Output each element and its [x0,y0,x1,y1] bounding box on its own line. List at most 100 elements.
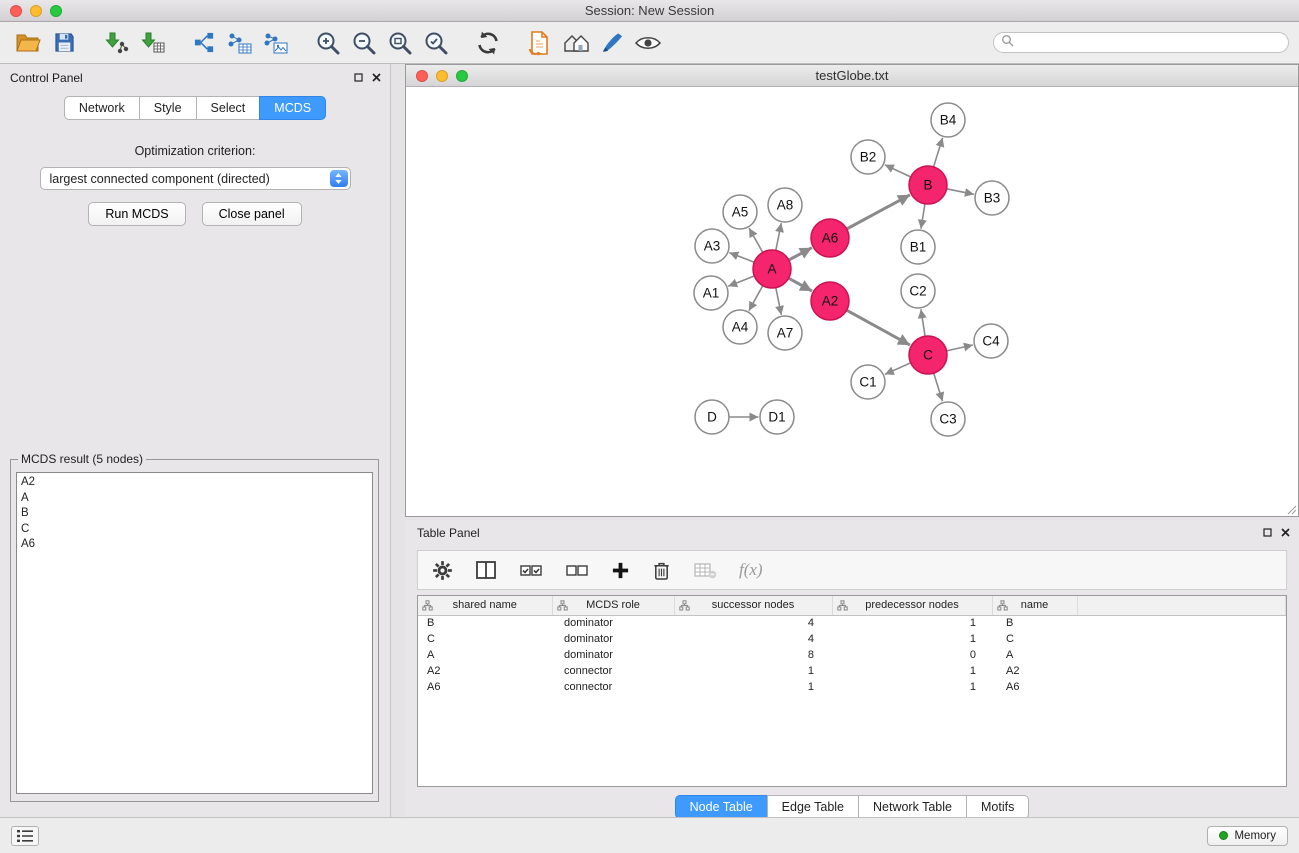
edge-B-B1[interactable] [921,204,925,229]
close-window-button[interactable] [10,5,22,17]
apply-layout-icon[interactable] [470,26,506,60]
table-cell[interactable]: A6 [418,679,552,695]
float-panel-icon[interactable] [1263,520,1272,546]
node-B2[interactable]: B2 [851,140,885,174]
table-cell[interactable]: 1 [674,679,832,695]
zoom-in-icon[interactable] [310,26,346,60]
table-row[interactable]: A2connector11A2 [418,663,1286,679]
table-cell[interactable]: connector [552,663,674,679]
table-cell[interactable]: A [992,647,1077,663]
node-C4[interactable]: C4 [974,324,1008,358]
close-panel-button[interactable]: Close panel [202,202,302,226]
close-panel-icon[interactable] [1281,520,1290,546]
mcds-result-item[interactable]: A6 [21,537,368,553]
node-C3[interactable]: C3 [931,402,965,436]
tab-network[interactable]: Network [64,96,140,120]
edge-A-A7[interactable] [776,288,782,315]
float-panel-icon[interactable] [354,64,363,92]
node-A3[interactable]: A3 [695,229,729,263]
export-image-icon[interactable] [258,26,294,60]
import-network-icon[interactable] [98,26,134,60]
column-header-MCDS-role[interactable]: MCDS role [552,596,674,615]
node-A1[interactable]: A1 [694,276,728,310]
table-cell[interactable]: A6 [992,679,1077,695]
tab-network-table[interactable]: Network Table [858,795,967,819]
table-cell[interactable]: connector [552,679,674,695]
edge-A-A3[interactable] [729,253,754,263]
edge-B-B3[interactable] [947,189,974,195]
table-cell[interactable]: C [992,631,1077,647]
column-header-name[interactable]: name [992,596,1077,615]
table-cell[interactable]: 8 [674,647,832,663]
node-B4[interactable]: B4 [931,103,965,137]
add-column-plus-icon[interactable] [611,561,630,580]
table-cell[interactable]: 0 [832,647,992,663]
window-resize-grip[interactable] [1285,503,1297,515]
delete-trash-icon[interactable] [652,560,671,581]
show-columns-icon[interactable] [475,560,497,580]
table-cell[interactable]: A [418,647,552,663]
table-cell[interactable]: A2 [992,663,1077,679]
network-table-icon[interactable] [222,26,258,60]
mcds-result-item[interactable]: A [21,491,368,507]
mcds-result-list[interactable]: A2ABCA6 [16,472,373,794]
mcds-result-item[interactable]: C [21,522,368,538]
run-mcds-button[interactable]: Run MCDS [88,202,185,226]
edge-A-A2[interactable] [789,278,813,291]
home-pages-icon[interactable] [558,26,594,60]
network-maximize-button[interactable] [456,70,468,82]
column-header-predecessor-nodes[interactable]: predecessor nodes [832,596,992,615]
node-A[interactable]: A [753,250,791,288]
edge-B-B2[interactable] [885,165,911,177]
table-cell[interactable]: C [418,631,552,647]
edge-C-C1[interactable] [885,363,911,375]
table-row[interactable]: Bdominator41B [418,615,1286,631]
node-D[interactable]: D [695,400,729,434]
table-cell[interactable]: 1 [832,631,992,647]
column-header-successor-nodes[interactable]: successor nodes [674,596,832,615]
table-cell[interactable]: A2 [418,663,552,679]
edge-A-A4[interactable] [749,286,763,311]
close-panel-icon[interactable] [372,64,381,92]
mcds-result-item[interactable]: A2 [21,475,368,491]
table-cell[interactable]: B [992,615,1077,631]
minimize-window-button[interactable] [30,5,42,17]
node-B3[interactable]: B3 [975,181,1009,215]
edge-A-A6[interactable] [789,248,812,260]
node-A8[interactable]: A8 [768,188,802,222]
tab-select[interactable]: Select [196,96,261,120]
zoom-selected-icon[interactable] [418,26,454,60]
table-cell[interactable]: B [418,615,552,631]
tab-edge-table[interactable]: Edge Table [767,795,859,819]
node-A2[interactable]: A2 [811,282,849,320]
maximize-window-button[interactable] [50,5,62,17]
zoom-fit-icon[interactable] [382,26,418,60]
table-cell[interactable]: 1 [832,615,992,631]
table-cell[interactable]: dominator [552,631,674,647]
network-canvas[interactable]: B4B2BB3A8A5A6B1A3AC2A1A2A4A7C4CC1C3DD1 [406,87,1298,516]
column-header-shared-name[interactable]: shared name [418,596,552,615]
node-A5[interactable]: A5 [723,195,757,229]
edge-C-C4[interactable] [947,345,973,351]
table-cell[interactable]: 4 [674,631,832,647]
zoom-out-icon[interactable] [346,26,382,60]
search-input[interactable] [1019,36,1281,50]
node-C1[interactable]: C1 [851,365,885,399]
network-close-button[interactable] [416,70,428,82]
table-cell[interactable]: dominator [552,647,674,663]
table-cell[interactable]: 1 [674,663,832,679]
edge-A-A1[interactable] [728,276,754,286]
table-row[interactable]: Adominator80A [418,647,1286,663]
edge-C-C2[interactable] [921,309,925,336]
optimization-criterion-select[interactable]: largest connected component (directed) [40,167,351,190]
node-A4[interactable]: A4 [723,310,757,344]
new-network-icon[interactable] [186,26,222,60]
import-table-icon[interactable] [134,26,170,60]
tab-node-table[interactable]: Node Table [675,795,768,819]
table-cell[interactable]: dominator [552,615,674,631]
manual-document-icon[interactable] [522,26,558,60]
memory-button[interactable]: Memory [1207,826,1288,846]
edge-A2-C[interactable] [847,310,910,345]
deselect-all-icon[interactable] [565,560,589,580]
node-B1[interactable]: B1 [901,230,935,264]
